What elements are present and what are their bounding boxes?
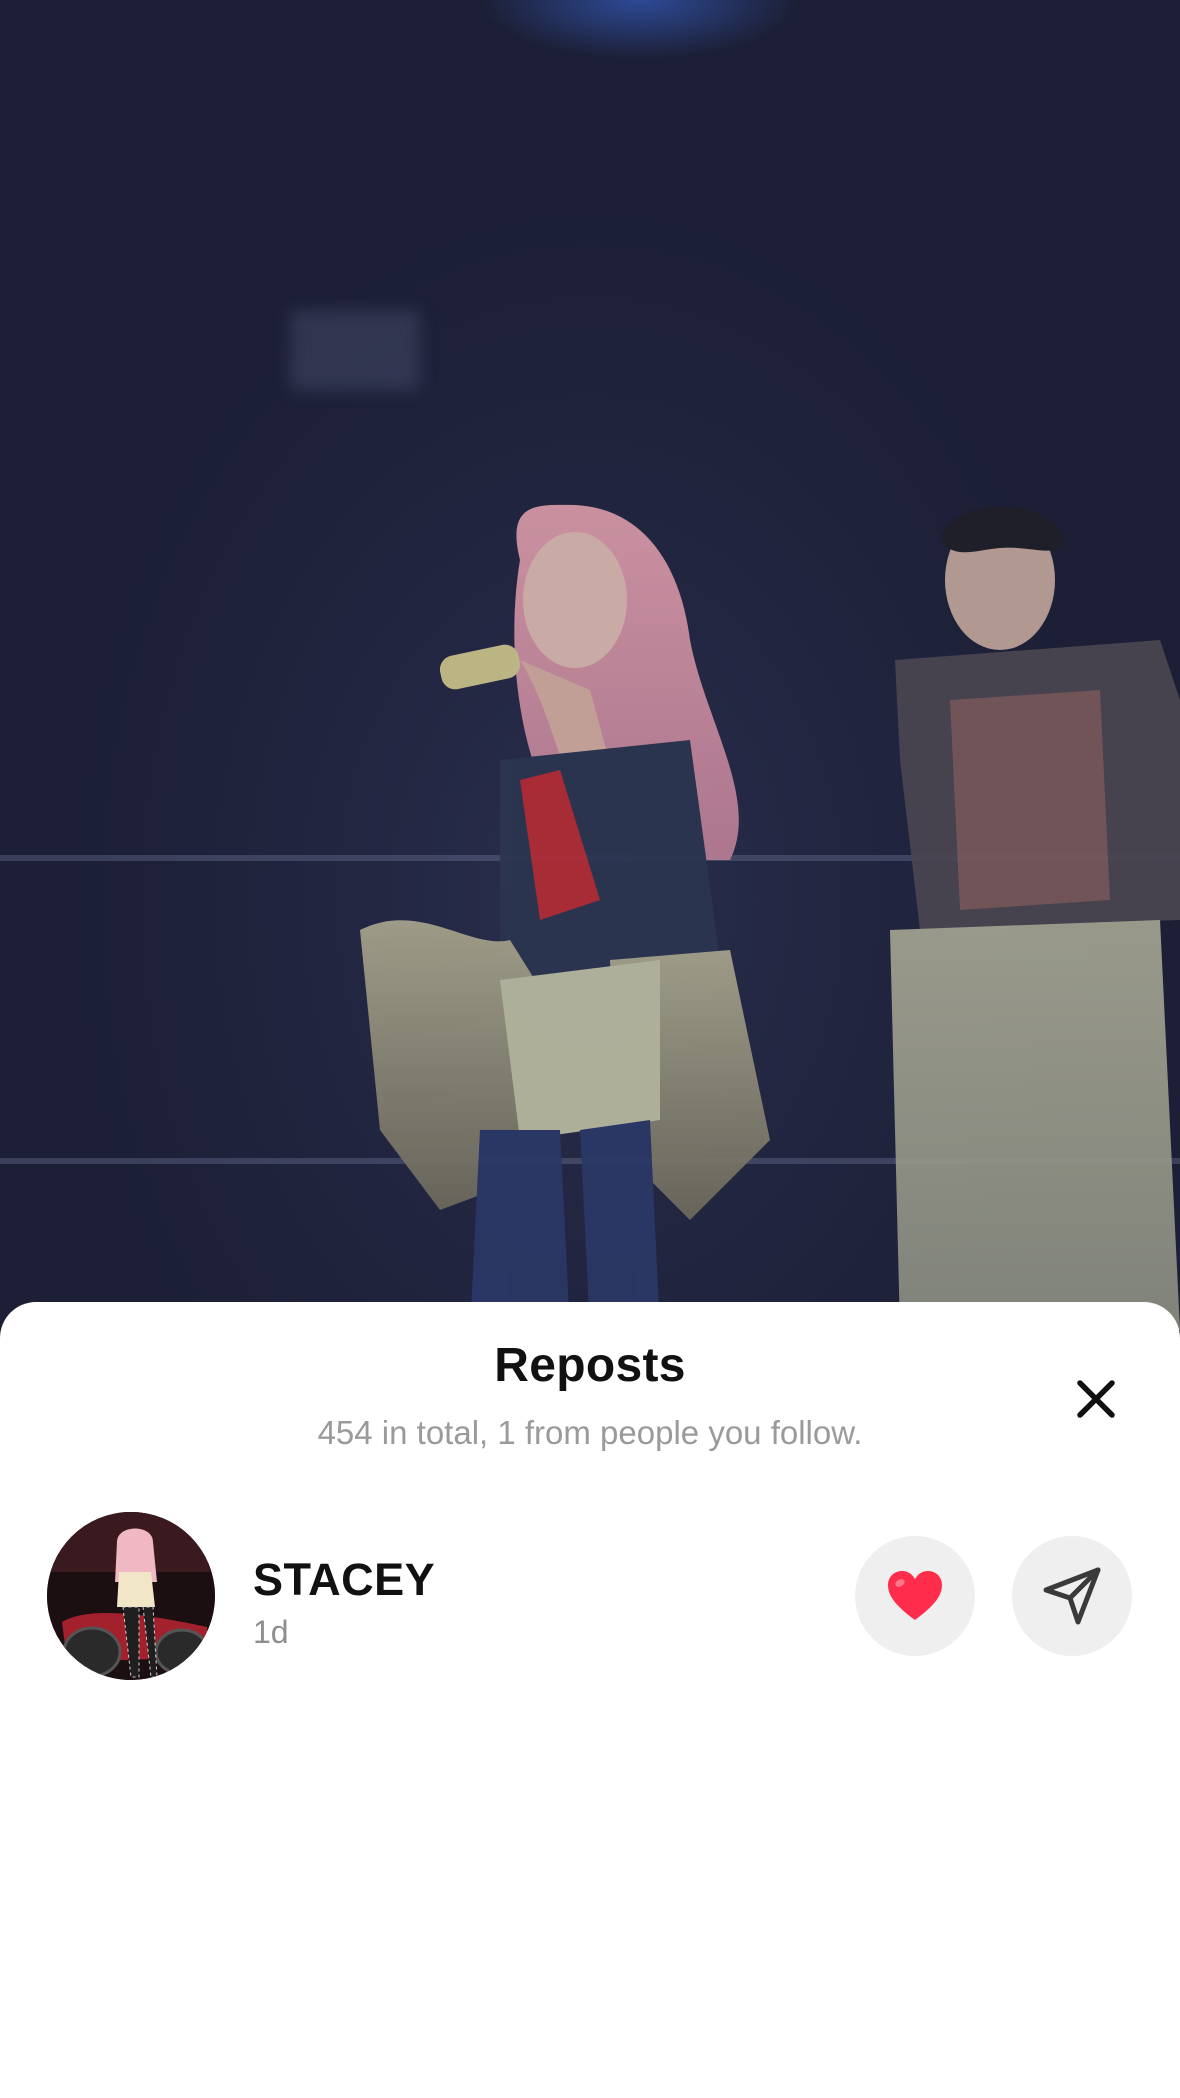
close-icon	[1077, 1380, 1115, 1418]
avatar-image	[47, 1512, 215, 1680]
avatar[interactable]	[47, 1512, 215, 1680]
reposts-sheet: Reposts 454 in total, 1 from people you …	[0, 1302, 1180, 2098]
close-button[interactable]	[1065, 1368, 1127, 1430]
heart-icon	[888, 1571, 942, 1620]
repost-username[interactable]: STACEY	[253, 1554, 435, 1606]
send-icon	[1043, 1567, 1101, 1625]
video-background[interactable]	[0, 0, 1180, 1330]
sheet-subtitle: 454 in total, 1 from people you follow.	[317, 1414, 863, 1451]
repost-time: 1d	[253, 1614, 289, 1650]
like-button[interactable]	[855, 1536, 975, 1656]
performers-illustration	[360, 504, 1180, 1330]
share-button[interactable]	[1012, 1536, 1132, 1656]
sheet-title: Reposts	[494, 1339, 686, 1392]
list-item[interactable]: STACEY 1d	[0, 1510, 1180, 1680]
